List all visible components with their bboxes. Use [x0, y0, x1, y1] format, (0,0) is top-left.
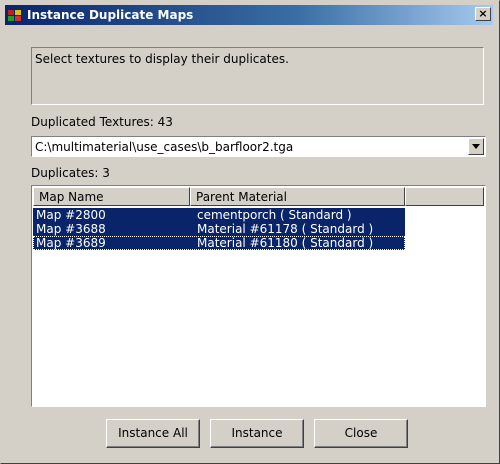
- list-item[interactable]: Map #2800 cementporch ( Standard ): [33, 208, 405, 222]
- prompt-text: Select textures to display their duplica…: [31, 47, 484, 105]
- parent-material-cell: Material #61178 ( Standard ): [197, 222, 374, 236]
- instance-button[interactable]: Instance: [210, 419, 304, 448]
- list-item[interactable]: Map #3688 Material #61178 ( Standard ): [33, 222, 405, 236]
- title-bar[interactable]: Instance Duplicate Maps ×: [5, 5, 493, 25]
- parent-material-cell: Material #61180 ( Standard ): [197, 236, 374, 250]
- chevron-down-icon[interactable]: [468, 138, 484, 155]
- column-header-filler: [405, 187, 484, 206]
- dialog-window: Instance Duplicate Maps × Select texture…: [0, 0, 500, 464]
- window-title: Instance Duplicate Maps: [27, 8, 194, 22]
- map-name-cell: Map #3689: [36, 236, 106, 250]
- parent-material-cell: cementporch ( Standard ): [197, 208, 352, 222]
- list-item[interactable]: Map #3689 Material #61180 ( Standard ): [33, 236, 405, 250]
- duplicates-list[interactable]: Map Name Parent Material Map #2800 cemen…: [31, 185, 486, 407]
- list-header: Map Name Parent Material: [33, 187, 484, 206]
- duplicates-label: Duplicates: 3: [31, 166, 110, 180]
- texture-dropdown-value: C:\multimaterial\use_cases\b_barfloor2.t…: [35, 140, 294, 154]
- texture-dropdown[interactable]: C:\multimaterial\use_cases\b_barfloor2.t…: [31, 136, 486, 157]
- duplicated-textures-label: Duplicated Textures: 43: [31, 115, 173, 129]
- column-header-map-name[interactable]: Map Name: [33, 187, 190, 206]
- app-icon: [7, 7, 23, 23]
- map-name-cell: Map #3688: [36, 222, 106, 236]
- close-button[interactable]: Close: [314, 419, 408, 448]
- map-name-cell: Map #2800: [36, 208, 106, 222]
- instance-all-button[interactable]: Instance All: [106, 419, 200, 448]
- column-header-parent-material[interactable]: Parent Material: [190, 187, 405, 206]
- close-icon[interactable]: ×: [475, 7, 491, 21]
